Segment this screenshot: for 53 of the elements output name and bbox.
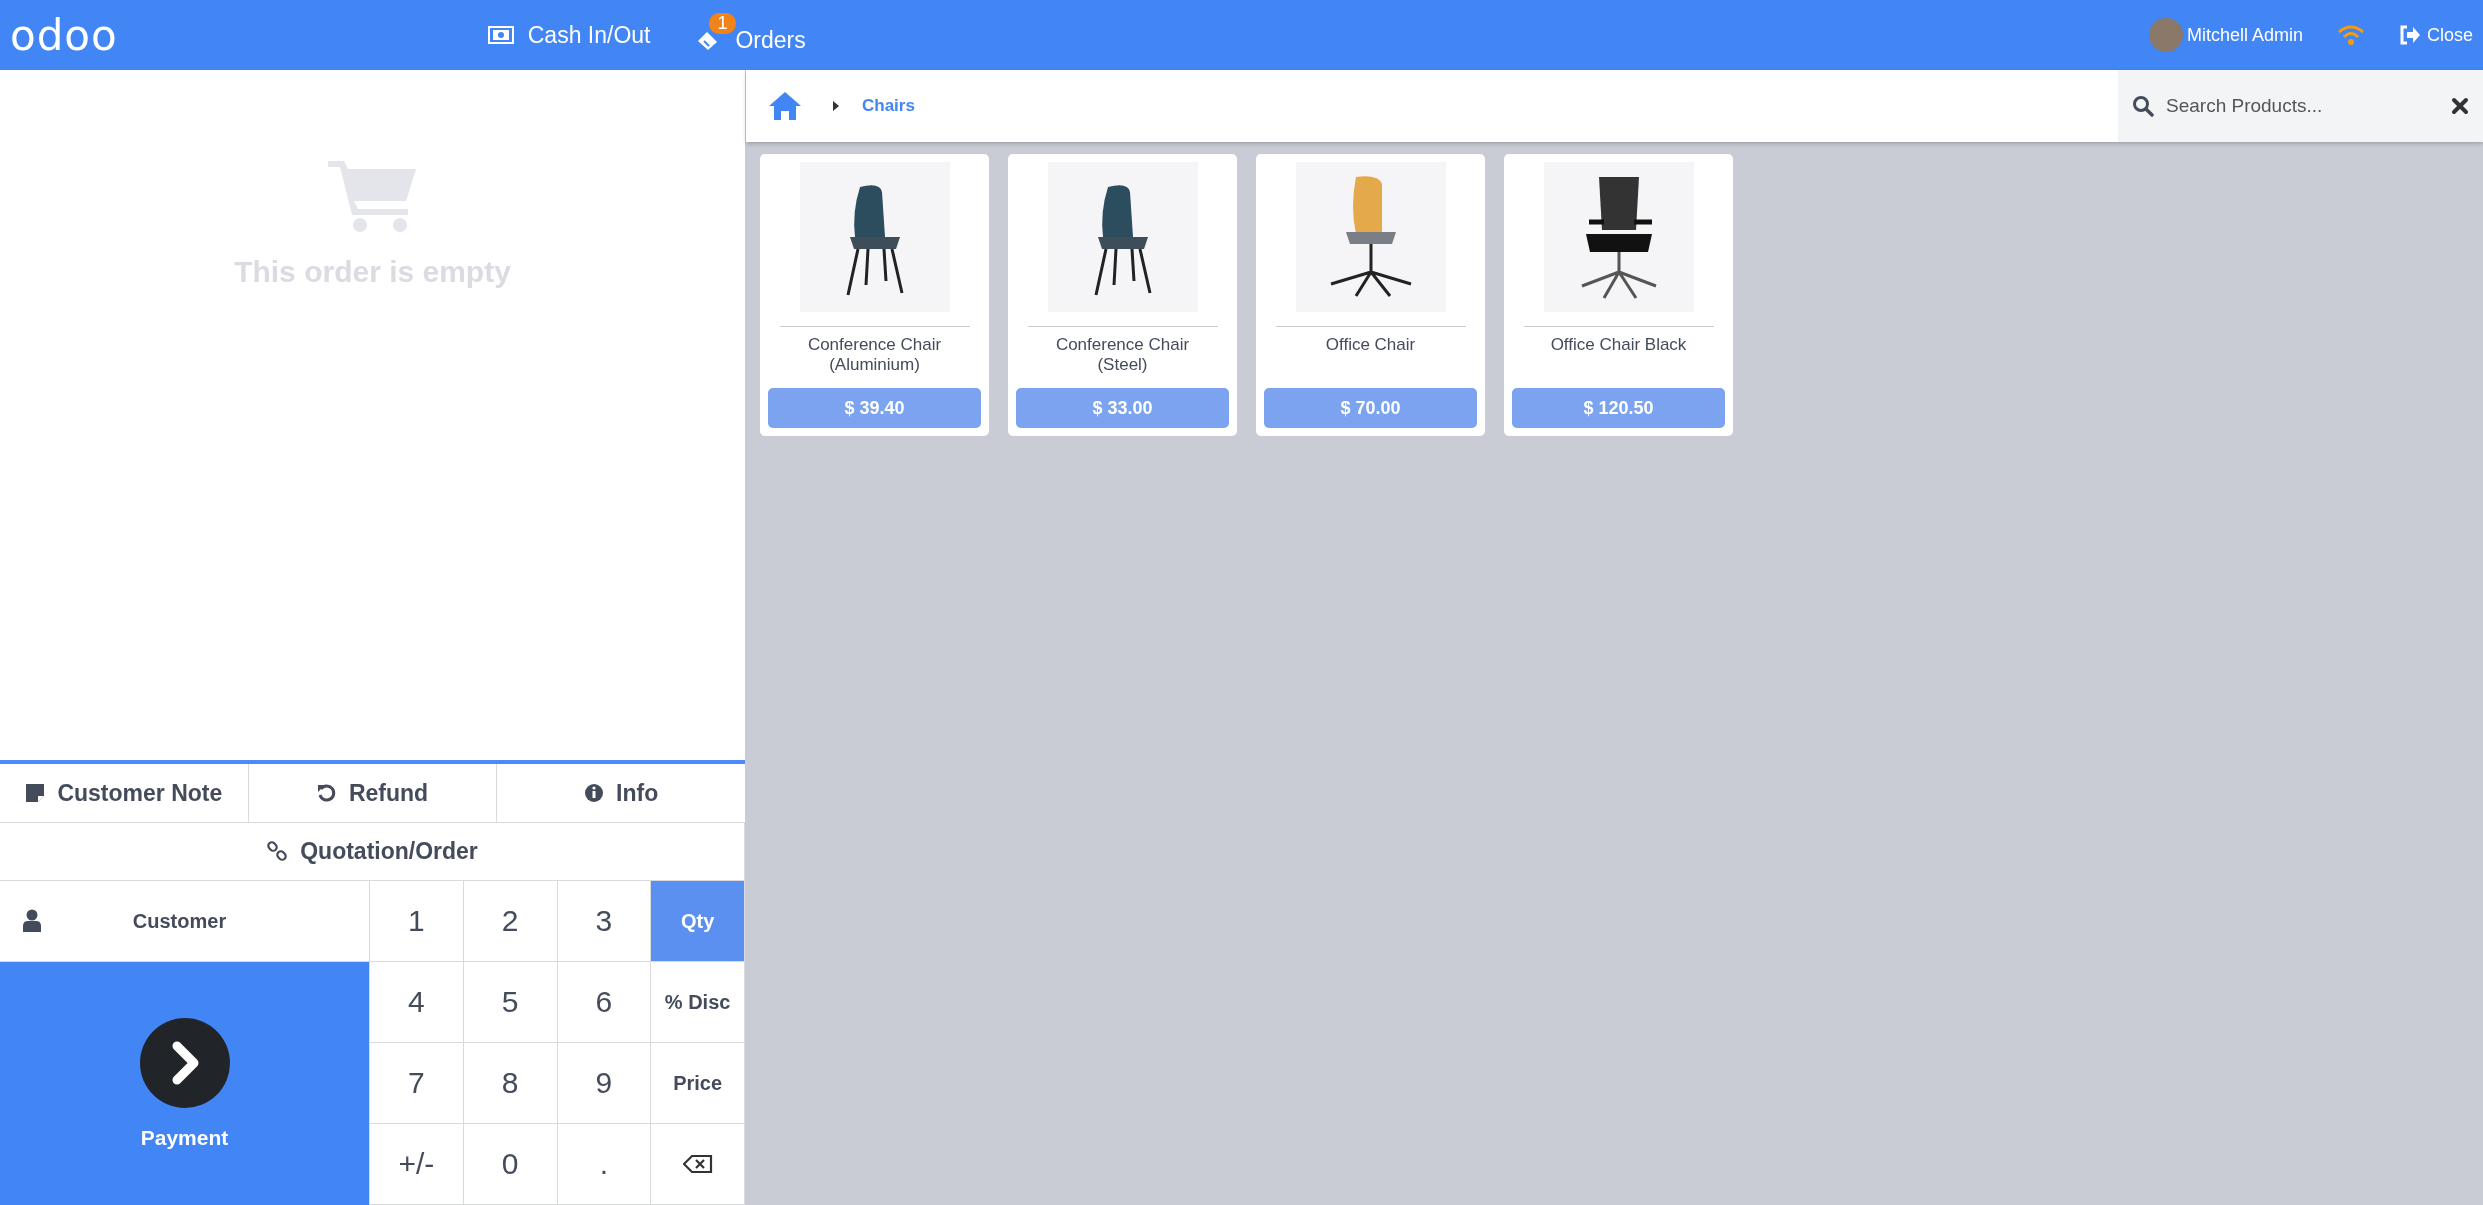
product-card[interactable]: Office Chair $ 70.00 (1256, 154, 1485, 436)
product-name: Office Chair (1275, 326, 1466, 384)
price-tag: $ 120.50 (1512, 388, 1725, 428)
user-name: Mitchell Admin (2186, 24, 2303, 46)
odoo-logo: odoo (10, 10, 118, 60)
numpad-key[interactable]: 1 (370, 881, 464, 962)
breadcrumb-link[interactable]: Chairs (862, 96, 915, 116)
person-icon (22, 909, 42, 933)
price-tag: $ 33.00 (1016, 388, 1229, 428)
product-name: Conference Chair (Aluminium) (779, 326, 970, 384)
backspace-icon (682, 1154, 713, 1174)
wifi-icon (2336, 24, 2365, 46)
numpad-key[interactable]: . (557, 1124, 652, 1205)
payment-button[interactable]: Payment (0, 962, 369, 1205)
product-card[interactable]: Office Chair Black $ 120.50 (1504, 154, 1733, 436)
numpad-key[interactable]: 6 (557, 962, 652, 1043)
order-count-badge: 1 (709, 12, 736, 34)
product-card[interactable]: Conference Chair (Aluminium) $ 39.40 (760, 154, 989, 436)
avatar-icon (2148, 18, 2183, 52)
exit-icon (2398, 25, 2421, 45)
price-tag: $ 70.00 (1264, 388, 1477, 428)
mode-key[interactable]: % Disc (651, 962, 745, 1043)
numpad-key[interactable]: 5 (463, 962, 558, 1043)
close-button[interactable]: Close (2398, 24, 2473, 46)
numpad-key[interactable]: +/- (370, 1124, 464, 1205)
product-name: Conference Chair (Steel) (1027, 326, 1218, 384)
numpad-key[interactable]: 8 (463, 1043, 558, 1124)
cash-in-out-button[interactable]: Cash In/Out (487, 21, 651, 49)
numpad-key[interactable]: 0 (463, 1124, 558, 1205)
numpad-key[interactable]: 9 (557, 1043, 652, 1124)
quotation-order-button[interactable]: Quotation/Order (0, 823, 745, 881)
note-icon (25, 783, 46, 803)
caret-right-icon (832, 100, 840, 112)
numpad-key[interactable]: 3 (557, 881, 652, 962)
search-field[interactable]: Search Products... (2164, 94, 2441, 118)
numpad-key[interactable]: 4 (370, 962, 464, 1043)
link-icon (266, 840, 289, 863)
chevron-right-icon (139, 1017, 230, 1108)
price-tag: $ 39.40 (768, 388, 981, 428)
mode-key[interactable]: Price (651, 1043, 745, 1124)
undo-icon (316, 783, 337, 803)
numpad-key[interactable]: 2 (463, 881, 558, 962)
info-icon (584, 783, 605, 803)
home-icon[interactable] (768, 91, 802, 121)
clear-icon[interactable] (2451, 97, 2469, 115)
banknote-icon (487, 26, 514, 44)
orders-button[interactable]: 1 Orders (695, 12, 806, 58)
search-icon (2132, 95, 2154, 117)
backspace-key[interactable] (651, 1124, 745, 1205)
numpad-key[interactable]: 7 (370, 1043, 464, 1124)
product-name: Office Chair Black (1523, 326, 1714, 384)
search-bar[interactable]: Search Products... (2118, 70, 2483, 142)
product-card[interactable]: Conference Chair (Steel) $ 33.00 (1008, 154, 1237, 436)
